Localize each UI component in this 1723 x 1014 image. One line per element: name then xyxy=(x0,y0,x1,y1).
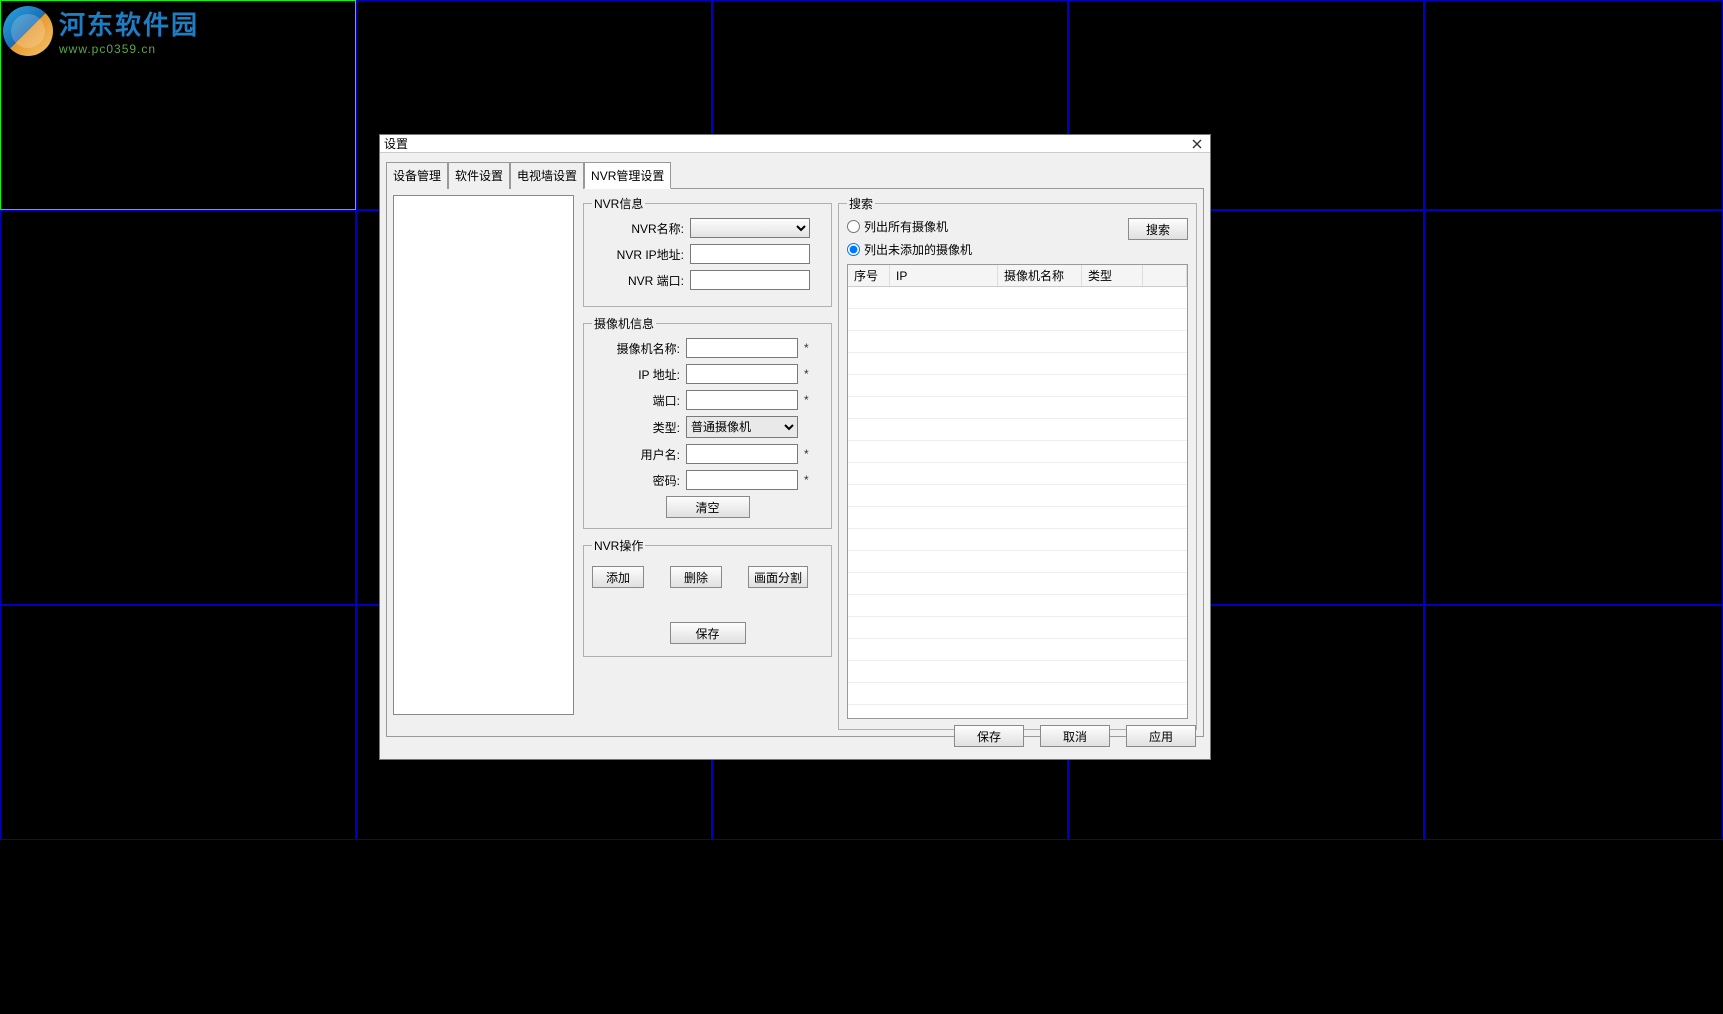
input-cam-name[interactable] xyxy=(686,338,798,358)
req-cam-ip: * xyxy=(804,367,809,381)
select-cam-type[interactable]: 普通摄像机 xyxy=(686,416,798,438)
col-ip[interactable]: IP xyxy=(890,265,998,286)
tab-software-settings[interactable]: 软件设置 xyxy=(448,162,510,189)
tab-nvr-mgmt[interactable]: NVR管理设置 xyxy=(584,162,671,189)
grid-cell-r3[interactable] xyxy=(1424,605,1723,840)
radio-list-all[interactable] xyxy=(847,220,860,233)
search-button[interactable]: 搜索 xyxy=(1128,218,1188,240)
dialog-footer: 保存 取消 应用 xyxy=(954,725,1196,747)
table-body xyxy=(848,287,1187,718)
label-list-unadded: 列出未添加的摄像机 xyxy=(864,241,972,258)
add-button[interactable]: 添加 xyxy=(592,566,644,588)
req-cam-port: * xyxy=(804,393,809,407)
col-index[interactable]: 序号 xyxy=(848,265,890,286)
tabs: 设备管理 软件设置 电视墙设置 NVR管理设置 xyxy=(386,161,1204,189)
nvr-tree[interactable] xyxy=(393,195,574,715)
req-cam-user: * xyxy=(804,447,809,461)
select-nvr-name[interactable] xyxy=(690,218,810,238)
delete-button[interactable]: 删除 xyxy=(670,566,722,588)
watermark-title: 河东软件园 xyxy=(59,5,199,42)
footer-cancel-button[interactable]: 取消 xyxy=(1040,725,1110,747)
footer-apply-button[interactable]: 应用 xyxy=(1126,725,1196,747)
legend-camera-info: 摄像机信息 xyxy=(592,315,656,332)
label-nvr-name: NVR名称: xyxy=(592,220,684,237)
watermark-logo-icon xyxy=(3,6,53,56)
watermark: 河东软件园 www.pc0359.cn xyxy=(3,5,199,56)
req-cam-name: * xyxy=(804,341,809,355)
close-button[interactable] xyxy=(1188,137,1206,151)
dialog-titlebar: 设置 xyxy=(380,135,1210,153)
label-nvr-port: NVR 端口: xyxy=(592,272,684,289)
dialog-title: 设置 xyxy=(384,135,408,152)
watermark-url: www.pc0359.cn xyxy=(59,42,199,56)
tab-device-mgmt[interactable]: 设备管理 xyxy=(386,162,448,189)
clear-button[interactable]: 清空 xyxy=(666,496,750,518)
col-type[interactable]: 类型 xyxy=(1082,265,1143,286)
grid-cell-r2[interactable] xyxy=(1424,210,1723,605)
group-nvr-ops: NVR操作 添加 删除 画面分割 保存 xyxy=(583,537,832,657)
camera-search-table[interactable]: 序号 IP 摄像机名称 类型 xyxy=(847,264,1188,719)
group-search: 搜索 列出所有摄像机 列出未添加的摄像机 xyxy=(838,195,1197,730)
legend-nvr-ops: NVR操作 xyxy=(592,537,645,554)
footer-save-button[interactable]: 保存 xyxy=(954,725,1024,747)
tab-tvwall-settings[interactable]: 电视墙设置 xyxy=(510,162,584,189)
close-icon xyxy=(1192,139,1202,149)
radio-list-unadded[interactable] xyxy=(847,243,860,256)
split-button[interactable]: 画面分割 xyxy=(748,566,808,588)
col-cam-name[interactable]: 摄像机名称 xyxy=(998,265,1082,286)
label-cam-user: 用户名: xyxy=(592,446,680,463)
group-nvr-info: NVR信息 NVR名称: NVR IP地址: NVR 端口: xyxy=(583,195,832,307)
input-cam-ip[interactable] xyxy=(686,364,798,384)
legend-nvr-info: NVR信息 xyxy=(592,195,645,212)
label-cam-name: 摄像机名称: xyxy=(592,340,680,357)
group-camera-info: 摄像机信息 摄像机名称: * IP 地址: * 端口: xyxy=(583,315,832,529)
grid-cell-9[interactable] xyxy=(0,605,356,840)
table-header: 序号 IP 摄像机名称 类型 xyxy=(848,265,1187,287)
label-cam-port: 端口: xyxy=(592,392,680,409)
grid-cell-r1[interactable] xyxy=(1424,0,1723,210)
input-cam-port[interactable] xyxy=(686,390,798,410)
legend-search: 搜索 xyxy=(847,195,875,212)
input-cam-pass[interactable] xyxy=(686,470,798,490)
label-list-all: 列出所有摄像机 xyxy=(864,218,948,235)
input-nvr-ip[interactable] xyxy=(690,244,810,264)
req-cam-pass: * xyxy=(804,473,809,487)
label-cam-type: 类型: xyxy=(592,419,680,436)
settings-dialog: 设置 设备管理 软件设置 电视墙设置 NVR管理设置 NVR信息 xyxy=(379,134,1211,760)
label-nvr-ip: NVR IP地址: xyxy=(592,246,684,263)
input-nvr-port[interactable] xyxy=(690,270,810,290)
tabpanel-nvr-mgmt: NVR信息 NVR名称: NVR IP地址: NVR 端口: xyxy=(386,189,1204,737)
label-cam-ip: IP 地址: xyxy=(592,366,680,383)
label-cam-pass: 密码: xyxy=(592,472,680,489)
input-cam-user[interactable] xyxy=(686,444,798,464)
nvr-save-button[interactable]: 保存 xyxy=(670,622,746,644)
grid-cell-5[interactable] xyxy=(0,210,356,605)
col-spacer xyxy=(1143,265,1187,286)
